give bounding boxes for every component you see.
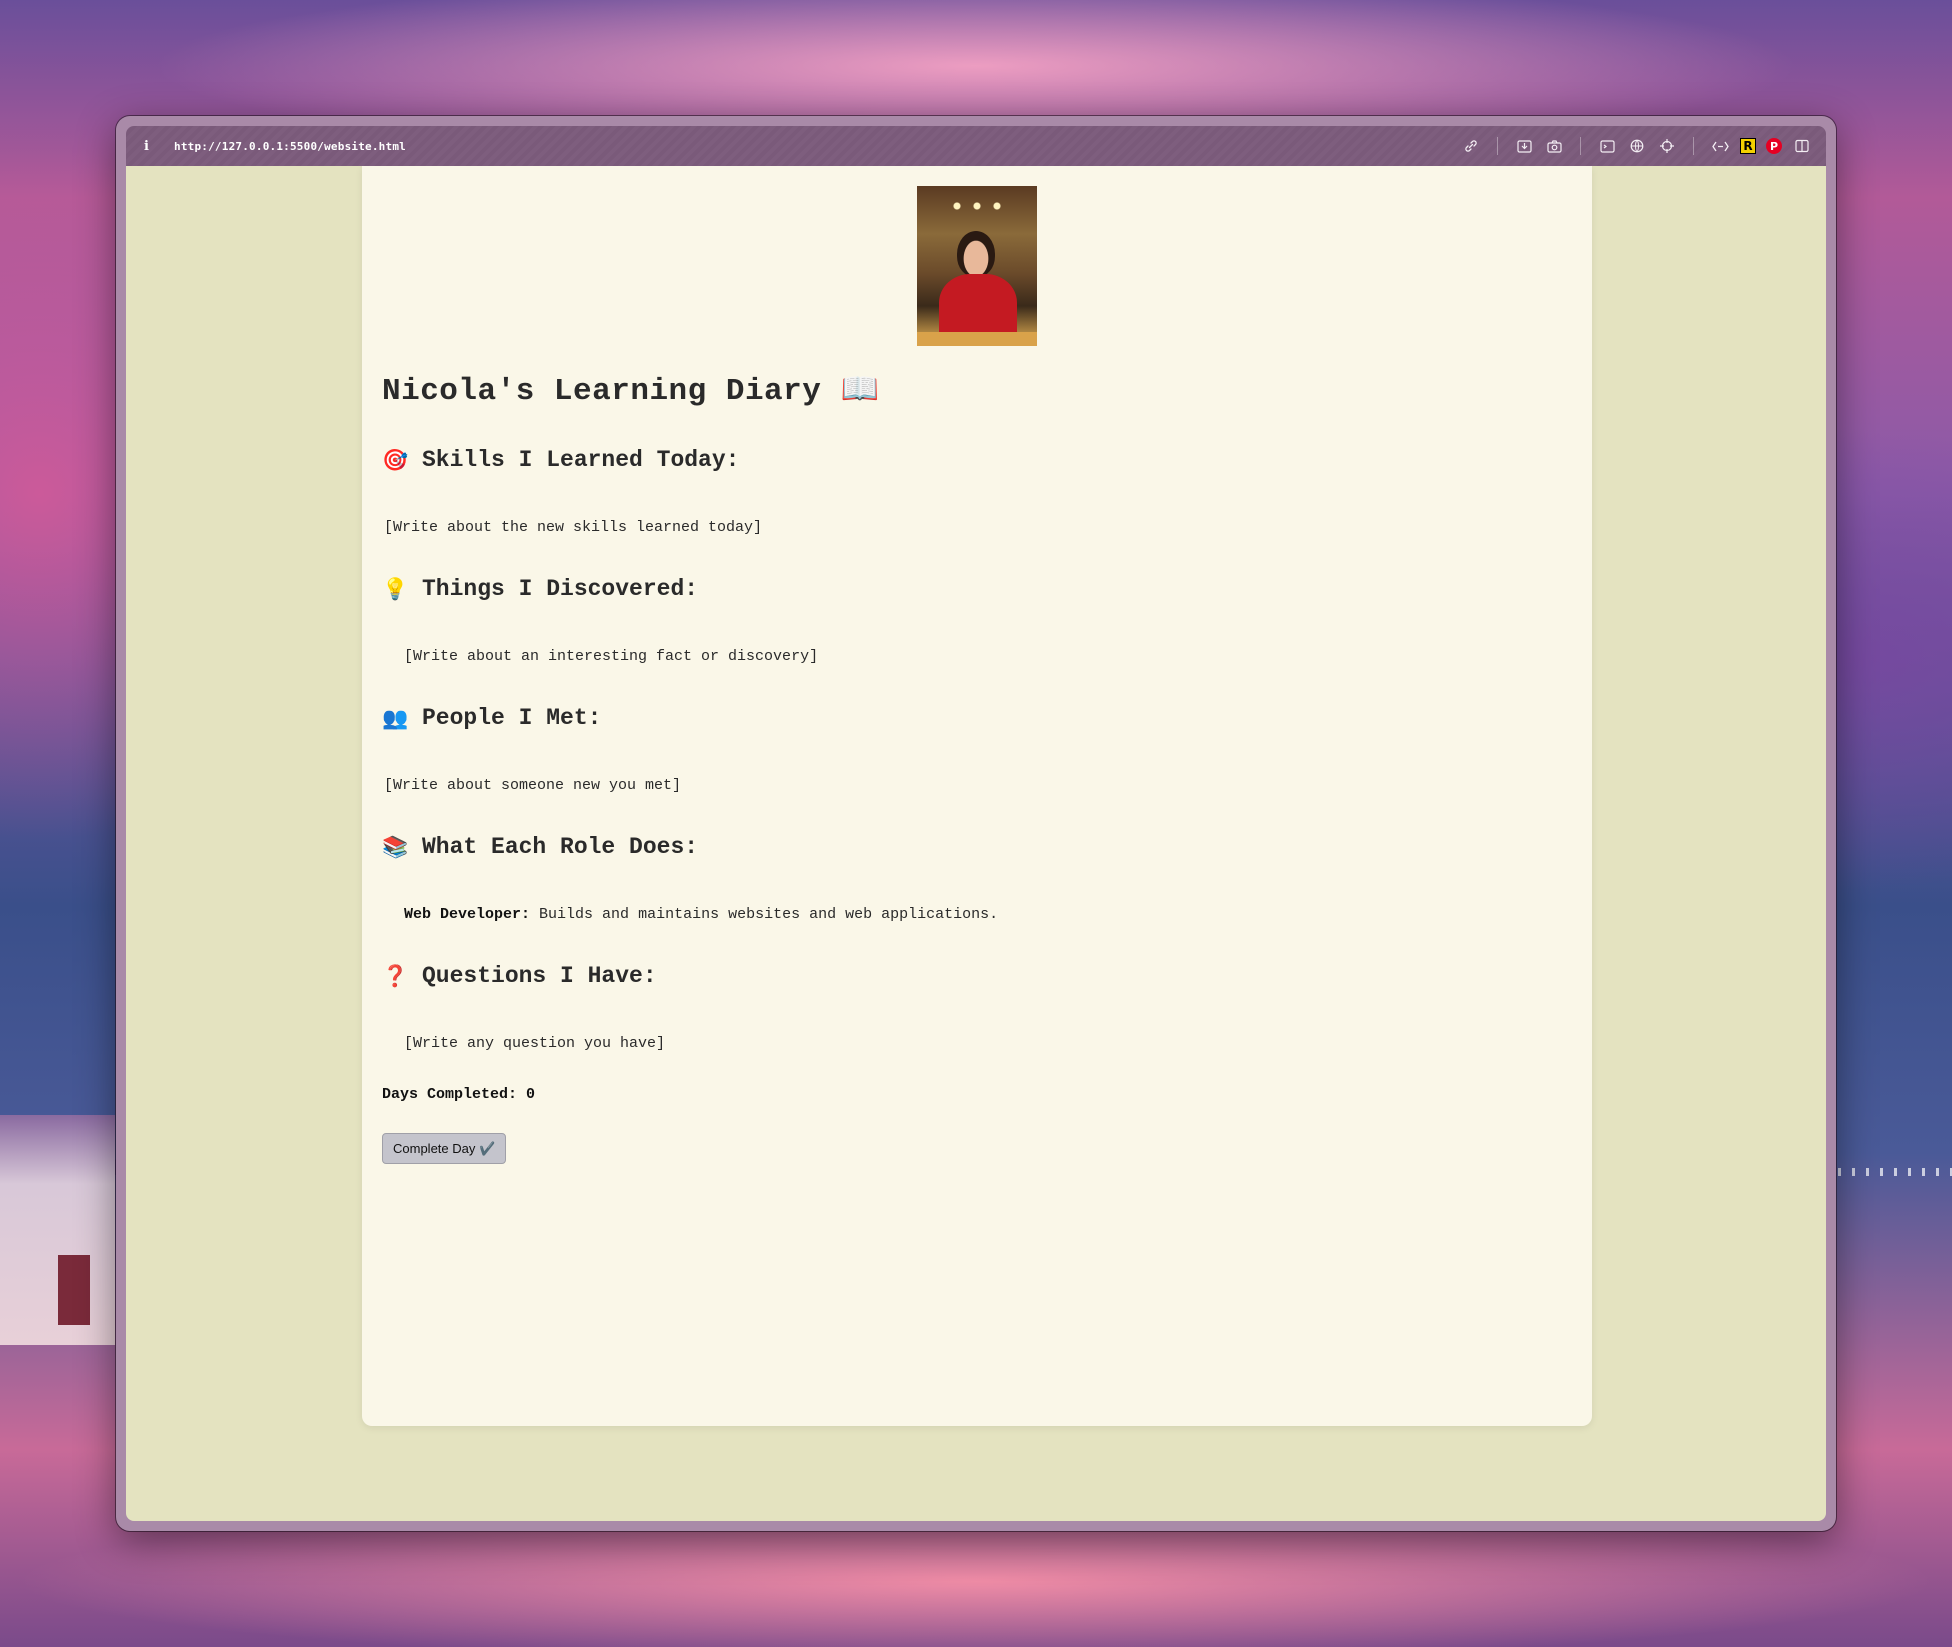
photo-lamps [947,196,1007,216]
section-heading-skills: 🎯 Skills I Learned Today: [382,447,1572,473]
link-icon[interactable] [1461,136,1481,156]
toolbar-separator [1580,137,1581,155]
people-emoji-icon: 👥 [382,705,409,730]
section-heading-discoveries: 💡 Things I Discovered: [382,576,1572,602]
photo-person-head [957,231,995,277]
browser-toolbar: i http://127.0.0.1:5500/website.html R P [126,126,1826,166]
books-emoji-icon: 📚 [382,834,409,859]
address-bar-url[interactable]: http://127.0.0.1:5500/website.html [174,140,406,153]
r-extension-icon[interactable]: R [1740,138,1756,154]
extensions-icon[interactable] [1710,136,1730,156]
section-body-roles: Web Developer: Builds and maintains webs… [404,906,1572,923]
toolbar-icons: R P [1461,136,1812,156]
section-body-questions: [Write any question you have] [404,1035,666,1052]
complete-day-button[interactable]: Complete Day ✔️ [382,1133,507,1164]
days-completed-value: 0 [526,1086,536,1103]
role-label: Web Developer: [404,906,531,923]
browser-window: i http://127.0.0.1:5500/website.html R P… [116,116,1836,1531]
sidebar-icon[interactable] [1792,136,1812,156]
toolbar-separator [1693,137,1694,155]
globe-icon[interactable] [1627,136,1647,156]
section-body-people: [Write about someone new you met] [384,777,682,794]
section-heading-people: 👥 People I Met: [382,705,1572,731]
diary-page: Nicola's Learning Diary 📖 🎯 Skills I Lea… [362,166,1592,1426]
section-heading-text: Things I Discovered: [422,576,699,602]
info-icon[interactable]: i [144,139,162,154]
target-icon[interactable] [1657,136,1677,156]
camera-icon[interactable] [1544,136,1564,156]
background-water-lights [1838,1168,1952,1176]
profile-photo [917,186,1037,346]
section-heading-questions: ❓ Questions I Have: [382,963,1572,989]
section-heading-text: Questions I Have: [422,963,657,989]
background-cabin-door [58,1255,90,1325]
save-icon[interactable] [1514,136,1534,156]
target-emoji-icon: 🎯 [382,447,409,472]
section-heading-text: Skills I Learned Today: [422,447,740,473]
section-heading-text: People I Met: [422,705,602,731]
section-heading-roles: 📚 What Each Role Does: [382,834,1572,860]
photo-table [917,332,1037,346]
page-title: Nicola's Learning Diary 📖 [382,374,880,409]
section-heading-text: What Each Role Does: [422,834,699,860]
pinterest-icon[interactable]: P [1766,138,1782,154]
toolbar-separator [1497,137,1498,155]
section-body-skills: [Write about the new skills learned toda… [384,519,763,536]
section-body-discoveries: [Write about an interesting fact or disc… [404,648,819,665]
days-completed-label: Days Completed: [382,1086,518,1103]
page-viewport: Nicola's Learning Diary 📖 🎯 Skills I Lea… [126,166,1826,1521]
terminal-icon[interactable] [1597,136,1617,156]
role-description: Builds and maintains websites and web ap… [539,906,999,923]
lightbulb-emoji-icon: 💡 [382,576,409,601]
question-mark-emoji-icon: ❓ [382,963,409,988]
days-completed: Days Completed: 0 [382,1086,1572,1103]
